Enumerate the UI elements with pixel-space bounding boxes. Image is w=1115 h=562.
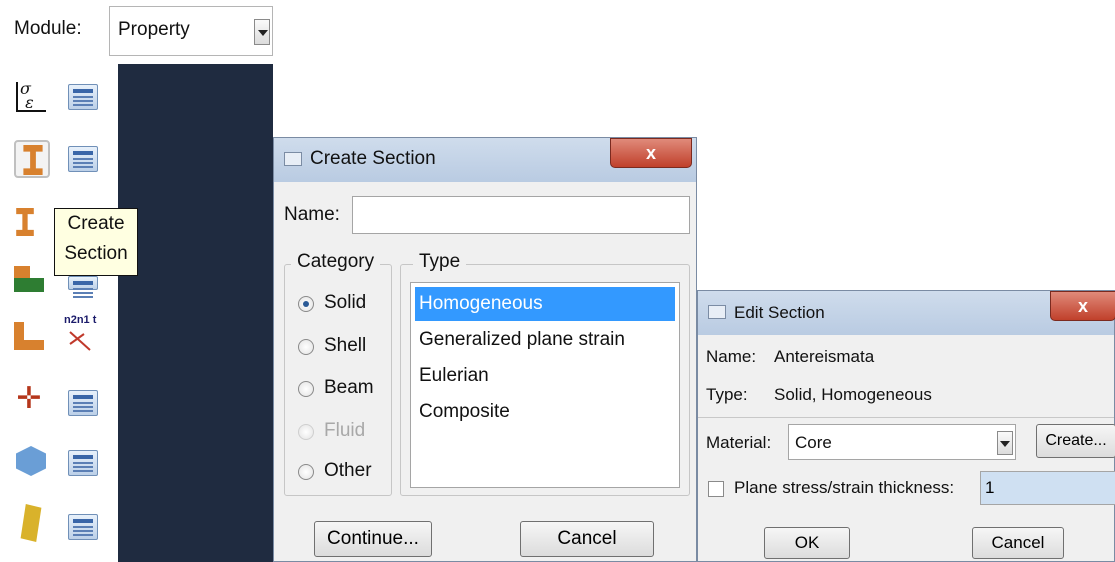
profile-manager-icon[interactable]: [68, 276, 98, 298]
radio-shell[interactable]: [298, 339, 314, 355]
radio-solid[interactable]: [298, 296, 314, 312]
module-label: Module:: [14, 18, 82, 39]
type-list[interactable]: Homogeneous Generalized plane strain Eul…: [410, 282, 680, 488]
assign-section-icon[interactable]: [16, 208, 34, 236]
chevron-down-icon[interactable]: [254, 19, 270, 45]
edit-type-label: Type:: [706, 385, 748, 404]
radio-other[interactable]: [298, 464, 314, 480]
divider: [698, 417, 1114, 418]
edit-name-value: Antereismata: [774, 347, 875, 366]
name-label: Name:: [284, 204, 340, 225]
type-generalized-plane-strain[interactable]: Generalized plane strain: [415, 323, 675, 357]
i-beam-icon: [23, 145, 43, 175]
ok-button[interactable]: OK: [764, 527, 850, 559]
category-shell-label: Shell: [324, 335, 367, 356]
thickness-field[interactable]: [980, 471, 1115, 505]
create-section-title: Create Section: [310, 148, 436, 169]
skin-manager-icon[interactable]: [68, 514, 98, 540]
orientation-manager-icon[interactable]: [68, 390, 98, 416]
create-section-titlebar: Create Section x: [274, 138, 696, 182]
radio-fluid: [298, 424, 314, 440]
create-material-icon[interactable]: σ ε: [16, 81, 46, 112]
thickness-checkbox[interactable]: [708, 481, 724, 497]
material-label: Material:: [706, 433, 772, 452]
viewport[interactable]: [118, 64, 273, 562]
create-section-dialog: Create Section x Name: Category Solid Sh…: [273, 137, 697, 562]
create-material-button[interactable]: Create...: [1036, 424, 1115, 458]
edit-name-label: Name:: [706, 347, 757, 366]
orientation-text: n2n1 t: [64, 314, 97, 326]
type-legend: Type: [413, 251, 467, 273]
category-legend: Category: [291, 251, 381, 273]
type-homogeneous[interactable]: Homogeneous: [415, 287, 675, 321]
composite-manager-icon[interactable]: [68, 450, 98, 476]
type-composite[interactable]: Composite: [415, 395, 675, 429]
chevron-down-icon[interactable]: [997, 431, 1013, 455]
category-fluid-label: Fluid: [324, 420, 366, 441]
type-eulerian[interactable]: Eulerian: [415, 359, 675, 393]
edit-section-titlebar: Edit Section x: [698, 291, 1115, 335]
category-solid-label: Solid: [324, 292, 367, 313]
assign-normal-icon[interactable]: n2n1 t: [64, 314, 104, 354]
material-select-value: Core: [795, 433, 832, 452]
edit-cancel-button[interactable]: Cancel: [972, 527, 1064, 559]
tooltip-line-1: Create: [67, 213, 125, 234]
skin-icon[interactable]: [20, 504, 42, 542]
edit-type-value: Solid, Homogeneous: [774, 385, 932, 404]
assign-beam-orientation-icon[interactable]: [14, 320, 44, 350]
orientation-arrows-icon: [69, 331, 91, 351]
close-icon[interactable]: x: [1050, 291, 1115, 321]
name-field[interactable]: [352, 196, 690, 234]
thickness-label: Plane stress/strain thickness:: [734, 478, 955, 497]
module-select-value: Property: [118, 19, 190, 40]
create-section-icon[interactable]: [14, 140, 50, 178]
window-icon: [708, 305, 726, 319]
edit-section-title: Edit Section: [734, 303, 825, 322]
edit-section-dialog: Edit Section x Name: Antereismata Type: …: [697, 290, 1115, 562]
material-manager-icon[interactable]: [68, 84, 98, 110]
section-manager-icon[interactable]: [68, 146, 98, 172]
tooltip-line-2: Section: [64, 243, 128, 264]
tooltip: Create Section: [54, 208, 138, 276]
module-select[interactable]: Property: [109, 6, 273, 56]
material-select[interactable]: Core: [788, 424, 1016, 460]
profile-icon[interactable]: [14, 262, 44, 292]
cancel-button[interactable]: Cancel: [520, 521, 654, 557]
radio-beam[interactable]: [298, 381, 314, 397]
close-icon[interactable]: x: [610, 138, 692, 168]
continue-button[interactable]: Continue...: [314, 521, 432, 557]
window-icon: [284, 152, 302, 166]
category-beam-label: Beam: [324, 377, 374, 398]
category-other-label: Other: [324, 460, 372, 481]
assign-orientation-icon[interactable]: ✛: [14, 384, 44, 414]
create-composite-layup-icon[interactable]: [16, 446, 46, 476]
